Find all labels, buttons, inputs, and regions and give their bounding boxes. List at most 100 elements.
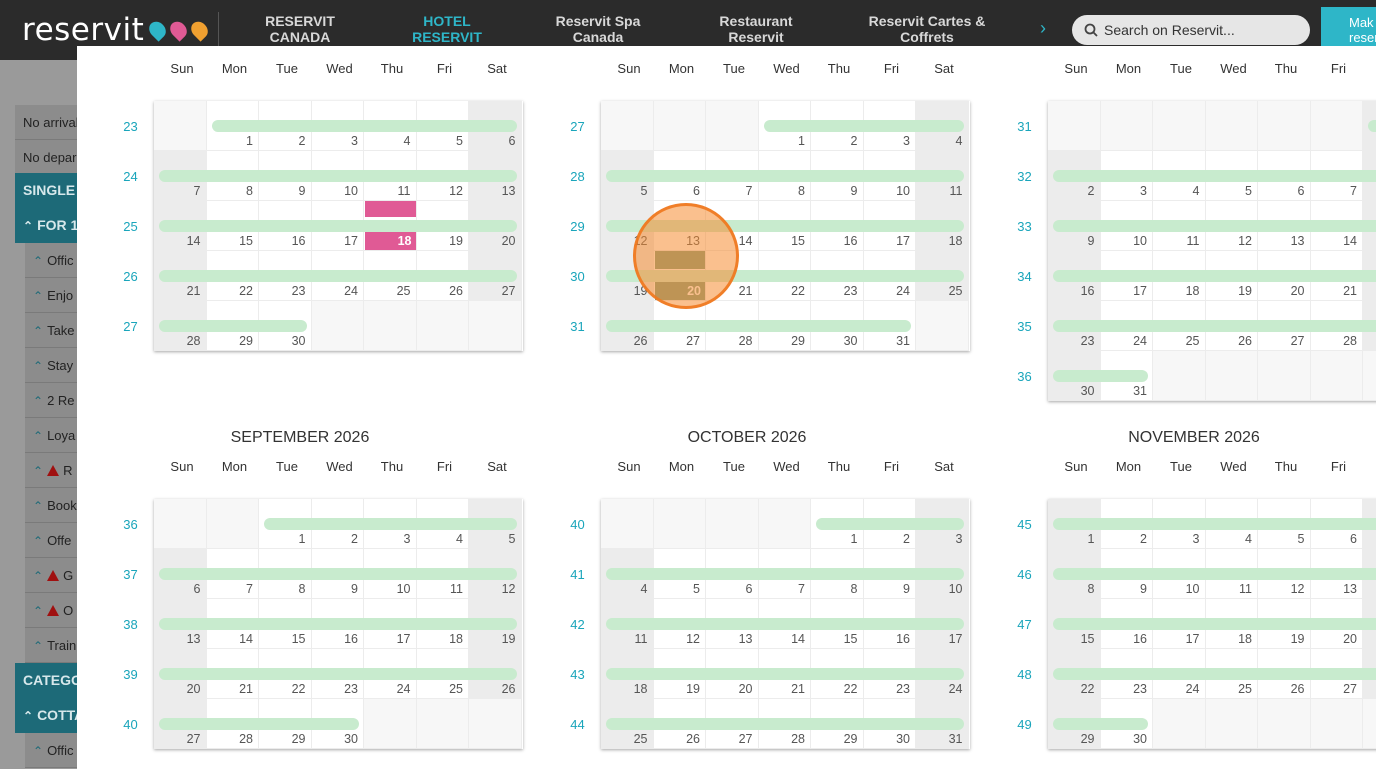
day-number: 6 <box>508 134 516 148</box>
search-icon <box>1084 23 1098 37</box>
day-number: 18 <box>633 682 648 696</box>
day-number: 25 <box>449 682 463 696</box>
weekday-label: Sun <box>1064 61 1088 76</box>
warning-icon <box>47 605 60 616</box>
day-number: 22 <box>791 284 805 298</box>
day-number: 31 <box>1133 384 1147 398</box>
day-number: 11 <box>634 632 648 646</box>
day-number: 7 <box>246 582 253 596</box>
day-number: 27 <box>738 732 753 746</box>
day-number: 17 <box>1133 284 1147 298</box>
empty-day-cell <box>706 101 759 151</box>
day-number: 12 <box>449 184 463 198</box>
chevron-up-icon: ⌃ <box>33 464 44 478</box>
day-number: 21 <box>738 284 753 298</box>
day-number: 23 <box>344 682 358 696</box>
empty-day-cell <box>1363 699 1376 749</box>
day-number: 3 <box>351 134 358 148</box>
search-box[interactable] <box>1072 15 1310 45</box>
day-number: 20 <box>1290 284 1305 298</box>
day-number: 4 <box>640 582 648 596</box>
day-number: 17 <box>948 632 963 646</box>
day-number: 12 <box>1238 234 1252 248</box>
week-number: 39 <box>123 667 138 682</box>
empty-day-cell <box>1100 101 1153 151</box>
availability-bar <box>1053 518 1376 530</box>
empty-day-cell <box>364 301 417 351</box>
day-number: 1 <box>298 532 306 546</box>
availability-bar <box>1053 270 1376 282</box>
day-number: 12 <box>501 582 516 596</box>
booked-day-block[interactable]: 18 <box>365 232 416 250</box>
day-number: 10 <box>948 582 963 596</box>
empty-day-cell <box>758 499 811 549</box>
availability-bar <box>763 120 964 132</box>
availability-bar <box>159 718 359 730</box>
availability-bar <box>264 518 517 530</box>
empty-day-cell <box>364 699 417 749</box>
chevron-up-icon: ⌃ <box>33 254 44 268</box>
nav-reservit-canada[interactable]: RESERVIT CANADA <box>262 13 338 45</box>
search-input[interactable] <box>1104 22 1294 38</box>
day-number: 8 <box>246 184 253 198</box>
day-number: 10 <box>1185 582 1200 596</box>
nav-restaurant-reservit[interactable]: Restaurant Reservit <box>714 13 798 45</box>
day-number: 1 <box>1087 532 1095 546</box>
week-number: 40 <box>570 517 585 532</box>
empty-day-cell <box>1205 351 1258 401</box>
sidebar-row-label: Offic <box>47 743 74 758</box>
day-number: 11 <box>949 184 963 198</box>
nav-reservit-cartes-coffrets[interactable]: Reservit Cartes & Coffrets <box>862 13 992 45</box>
weekday-label: Tue <box>723 61 745 76</box>
weekday-label: Mon <box>1115 61 1142 76</box>
availability-bar <box>1053 320 1376 332</box>
sidebar-row-label: O <box>63 603 74 618</box>
week-number: 48 <box>1017 667 1032 682</box>
day-number: 2 <box>351 532 358 546</box>
day-number: 14 <box>738 234 753 248</box>
weekday-label: Tue <box>723 459 745 474</box>
day-number: 18 <box>1185 284 1200 298</box>
day-number: 31 <box>948 732 963 746</box>
month-day-grid: 1234567891011121314151617181920212223242… <box>154 101 523 351</box>
chevron-right-icon[interactable]: › <box>1040 18 1046 39</box>
weekday-label: Mon <box>1115 459 1142 474</box>
availability-bar <box>606 618 964 630</box>
day-number: 23 <box>896 682 910 696</box>
empty-day-cell <box>154 101 207 151</box>
empty-day-cell <box>416 699 469 749</box>
day-number: 24 <box>344 284 358 298</box>
day-number: 21 <box>791 682 805 696</box>
day-number: 7 <box>745 184 753 198</box>
day-number: 30 <box>291 334 306 348</box>
day-number: 29 <box>791 334 805 348</box>
spa-pin-icon <box>167 18 191 42</box>
sidebar-row-label: FOR 1 <box>37 217 79 233</box>
day-number: 2 <box>1087 184 1095 198</box>
reservit-logo[interactable]: reservit <box>22 10 212 50</box>
day-number: 7 <box>1350 184 1357 198</box>
day-number: 31 <box>896 334 910 348</box>
nav-reservit-spa-canada[interactable]: Reservit Spa Canada <box>550 13 646 45</box>
weekday-label: Tue <box>276 459 298 474</box>
sidebar-row-label: G <box>63 568 74 583</box>
chevron-up-icon: ⌃ <box>23 219 34 233</box>
week-number: 47 <box>1017 617 1032 632</box>
availability-bar <box>1053 370 1148 382</box>
week-number: 40 <box>123 717 138 732</box>
week-number: 32 <box>1017 169 1032 184</box>
empty-day-cell <box>1258 699 1311 749</box>
empty-day-cell <box>311 301 364 351</box>
month-day-grid: 1234567891011121314151617181920212223242… <box>601 499 970 749</box>
empty-day-cell <box>1310 101 1363 151</box>
day-number: 8 <box>298 582 306 596</box>
day-number: 23 <box>1080 334 1095 348</box>
chevron-up-icon: ⌃ <box>33 744 44 758</box>
week-number: 37 <box>123 567 138 582</box>
warning-icon <box>47 465 60 476</box>
week-number: 24 <box>123 169 138 184</box>
day-number: 25 <box>1185 334 1200 348</box>
week-number: 25 <box>123 219 138 234</box>
nav-hotel-reservit[interactable]: HOTEL RESERVIT <box>410 13 484 45</box>
day-number: 25 <box>396 284 411 298</box>
